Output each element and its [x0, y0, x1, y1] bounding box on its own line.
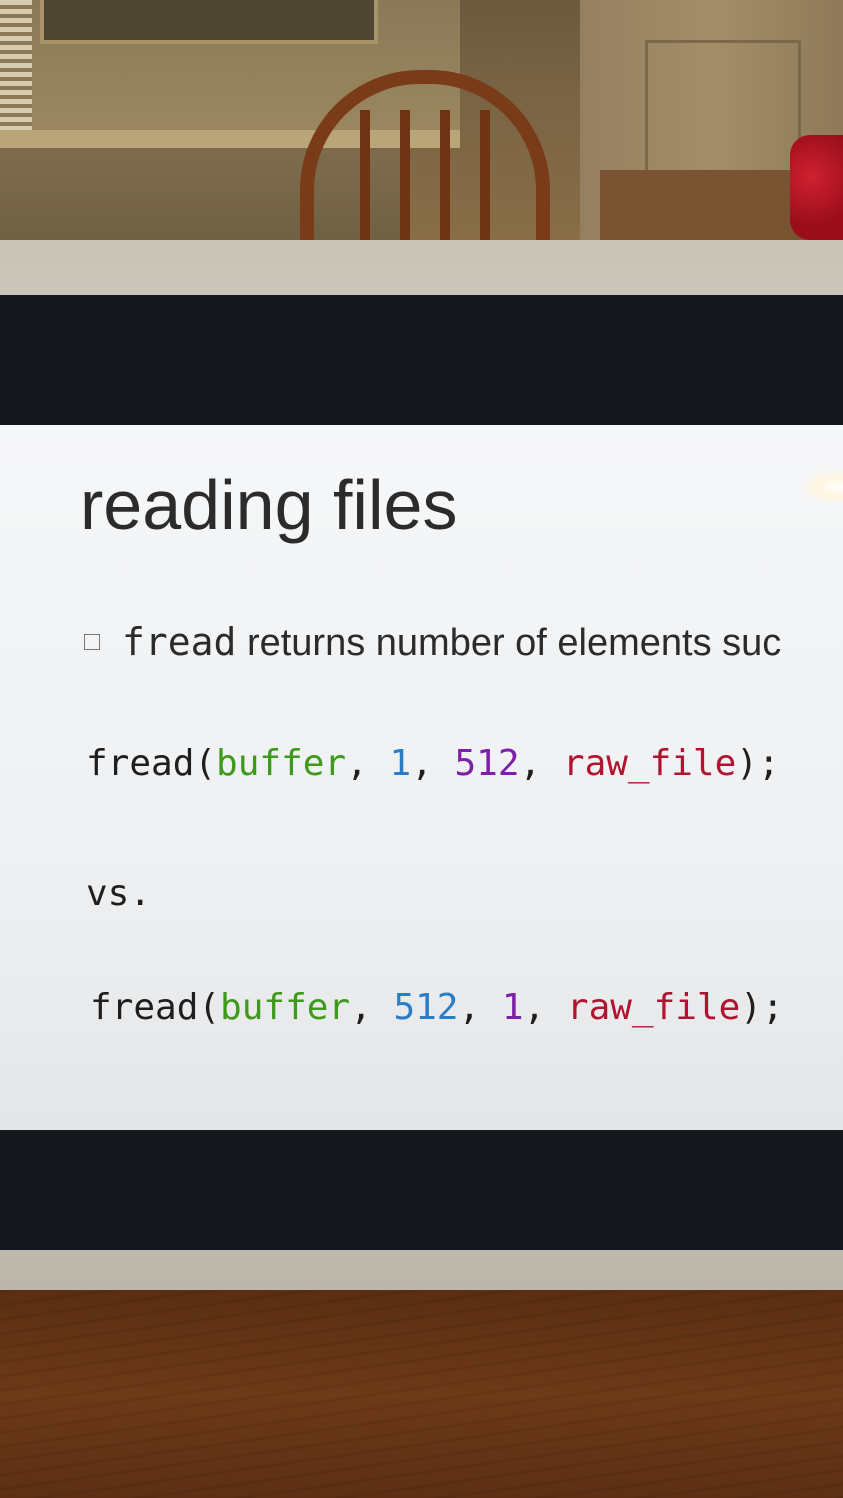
chair-spindle [360, 110, 370, 250]
bullet-code-word: fread [122, 620, 237, 664]
code-arg-file: raw_file [562, 743, 737, 784]
code-arg-count: 1 [501, 987, 524, 1028]
code-arg-size: 1 [389, 743, 412, 784]
screen-bezel: reading files fread returns number of el… [0, 295, 843, 1250]
code-sep: , [350, 987, 394, 1028]
red-object [790, 135, 843, 240]
window-blinds [0, 0, 32, 130]
code-end: ); [740, 987, 784, 1028]
code-sep: , [523, 987, 567, 1028]
chair-spindle [400, 110, 410, 250]
bullet-square-icon [84, 633, 100, 650]
window-glass [40, 0, 378, 44]
wooden-table [0, 1290, 843, 1498]
code-sep: , [458, 987, 502, 1028]
slide-title: reading files [80, 466, 458, 544]
code-arg-buffer: buffer [216, 743, 347, 784]
light-glare [800, 470, 843, 504]
code-line-2: fread(buffer, 512, 1, raw_file); [90, 987, 784, 1028]
code-func: fread( [90, 987, 221, 1028]
chair-spindle [480, 110, 490, 250]
code-sep: , [519, 743, 563, 784]
code-arg-count: 512 [454, 743, 520, 784]
room-background [0, 0, 843, 250]
code-arg-size: 512 [393, 987, 459, 1028]
bullet-item: fread returns number of elements suc [84, 620, 781, 665]
code-sep: , [346, 743, 390, 784]
code-arg-buffer: buffer [220, 987, 351, 1028]
photo-scene: reading files fread returns number of el… [0, 0, 843, 1498]
code-line-1: fread(buffer, 1, 512, raw_file); [86, 743, 780, 784]
code-end: ); [736, 743, 780, 784]
code-sep: , [411, 743, 455, 784]
tablet-device: reading files fread returns number of el… [0, 240, 843, 1295]
chair-spindle [440, 110, 450, 250]
presentation-slide: reading files fread returns number of el… [0, 425, 843, 1130]
bullet-text: returns number of elements suc [236, 622, 782, 664]
code-arg-file: raw_file [566, 987, 741, 1028]
versus-label: vs. [86, 873, 152, 914]
code-func: fread( [86, 743, 217, 784]
